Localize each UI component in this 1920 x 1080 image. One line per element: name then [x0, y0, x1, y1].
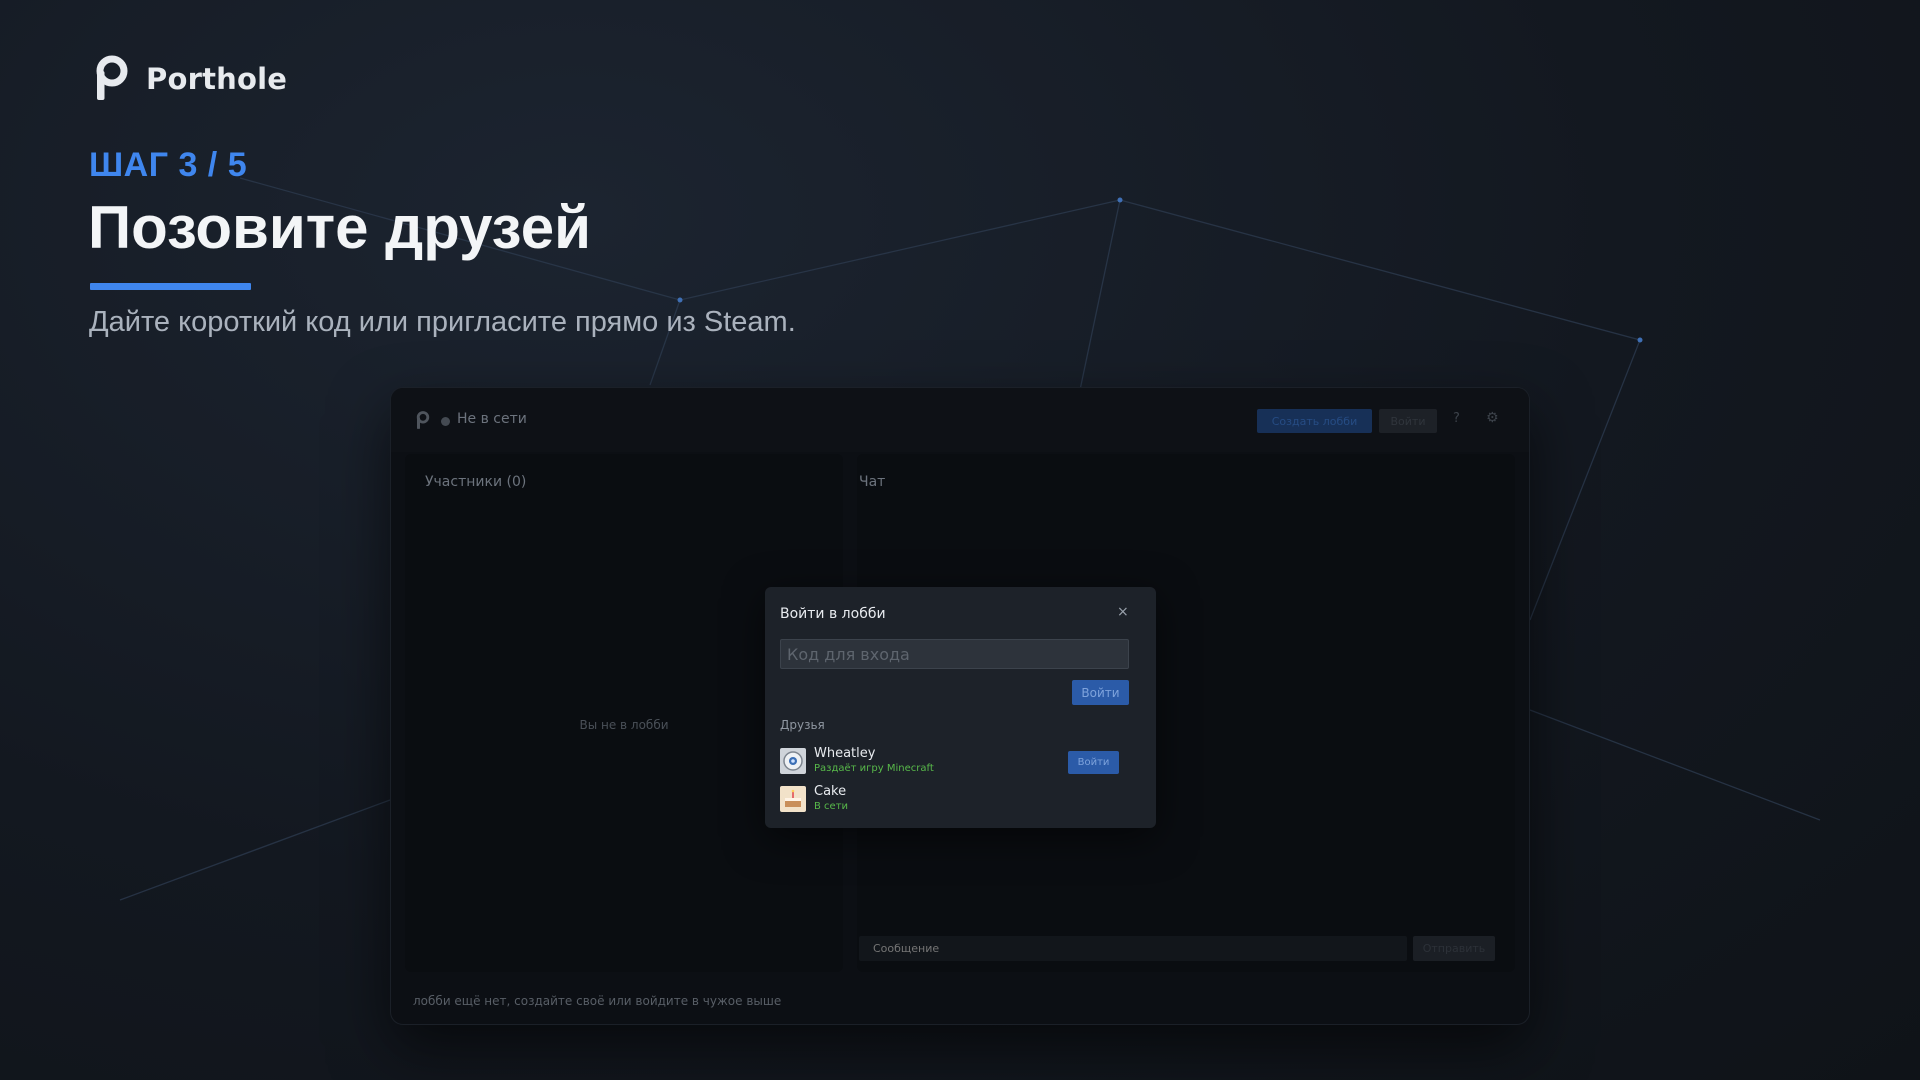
- dialog-join-button[interactable]: Войти: [1072, 680, 1129, 705]
- status-dot-icon: [441, 417, 450, 426]
- brand: Porthole: [92, 54, 287, 104]
- step-indicator: ШАГ 3 / 5: [89, 146, 248, 184]
- lobby-code-input[interactable]: [780, 639, 1129, 669]
- wheatley-avatar-icon: [780, 748, 806, 774]
- brand-name: Porthole: [146, 62, 288, 96]
- create-lobby-button[interactable]: Создать лобби: [1257, 409, 1372, 433]
- friend-name: Cake: [814, 784, 847, 799]
- friend-name: Wheatley: [814, 746, 876, 761]
- chat-message-input[interactable]: [859, 936, 1407, 961]
- friend-status: Раздаёт игру Minecraft: [814, 763, 934, 774]
- friend-join-button[interactable]: Войти: [1068, 751, 1119, 774]
- chat-title: Чат: [859, 474, 886, 490]
- close-icon[interactable]: ×: [1117, 604, 1129, 620]
- app-header: Не в сети Создать лобби Войти ? ⚙: [391, 388, 1529, 452]
- onboarding-screen: Porthole ШАГ 3 / 5 Позовите друзей Дайте…: [0, 0, 1920, 1080]
- chat-send-button[interactable]: Отправить: [1413, 936, 1495, 961]
- help-icon[interactable]: ?: [1453, 411, 1460, 426]
- page-title: Позовите друзей: [88, 194, 591, 261]
- page-subtitle: Дайте короткий код или пригласите прямо …: [89, 306, 796, 338]
- join-lobby-button[interactable]: Войти: [1379, 409, 1437, 433]
- title-underline: [90, 283, 251, 290]
- join-lobby-dialog: Войти в лобби × Войти Друзья Wheatley Ра…: [765, 587, 1156, 828]
- lobby-footer-note: лобби ещё нет, создайте своё или войдите…: [413, 994, 782, 1008]
- dialog-title: Войти в лобби: [780, 606, 886, 622]
- friend-status: В сети: [814, 801, 849, 812]
- members-title: Участники (0): [425, 474, 527, 490]
- friends-section-title: Друзья: [780, 718, 825, 732]
- porthole-logo-icon: [96, 55, 128, 100]
- connection-status: Не в сети: [457, 411, 527, 427]
- gear-icon[interactable]: ⚙: [1486, 410, 1499, 426]
- app-logo-icon: [416, 411, 430, 429]
- cake-avatar-icon: [780, 786, 806, 812]
- friend-list-item: Wheatley Раздаёт игру Minecraft Войти: [780, 746, 1129, 776]
- friend-list-item: Cake В сети: [780, 784, 1129, 814]
